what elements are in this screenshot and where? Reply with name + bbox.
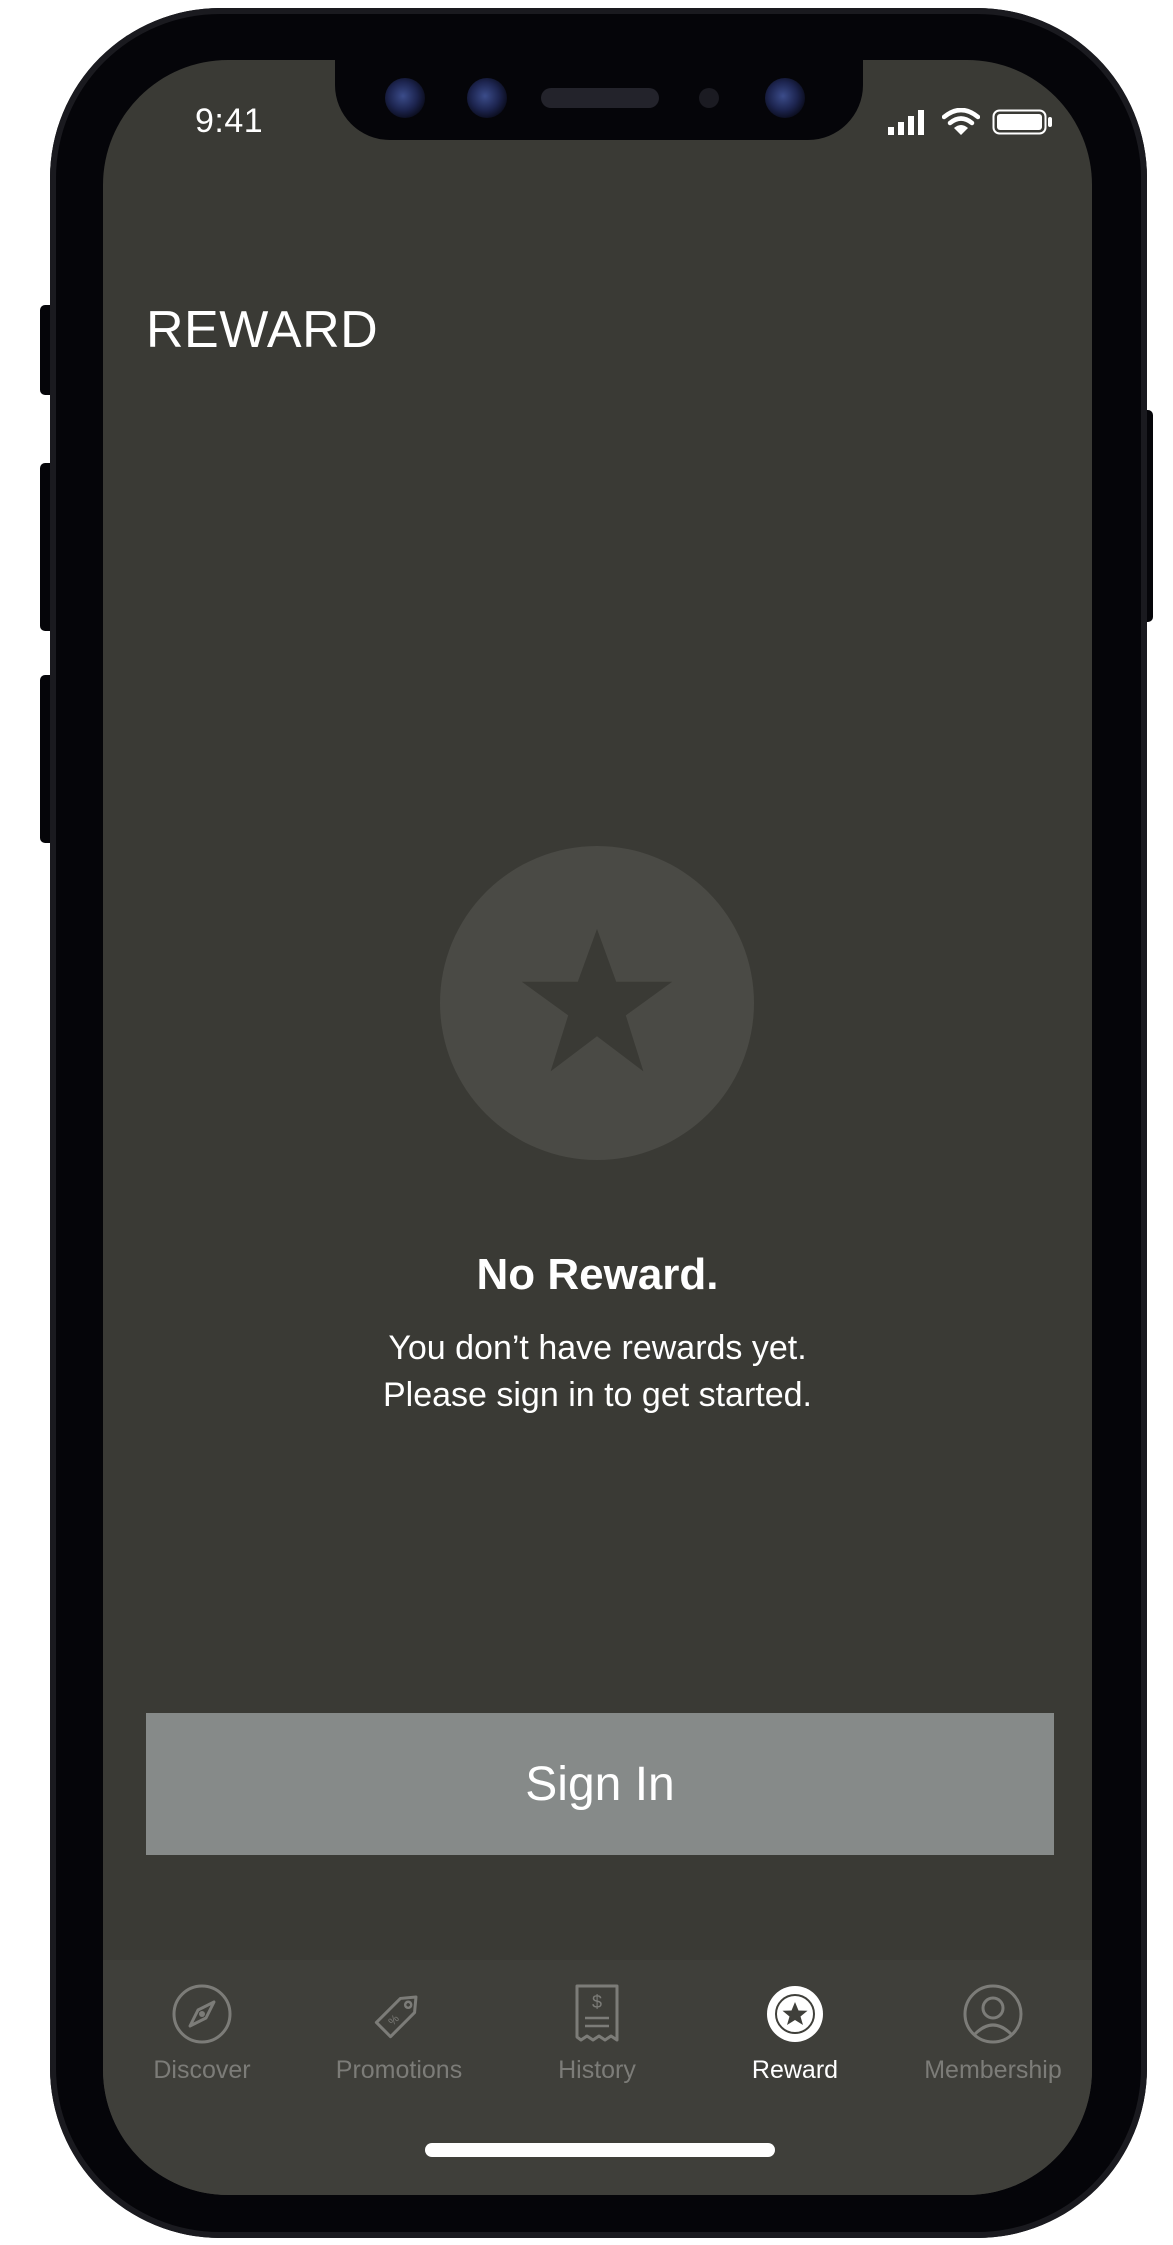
tab-discover[interactable]: Discover — [103, 1960, 301, 2130]
battery-icon — [992, 109, 1054, 140]
camera-lens-icon — [385, 78, 425, 118]
app-screen: 9:41 REWARD No Reward. You don’t have re… — [103, 60, 1092, 2195]
tab-label: History — [558, 2056, 636, 2084]
tab-membership[interactable]: Membership — [894, 1960, 1092, 2130]
status-time: 9:41 — [195, 102, 264, 140]
tag-icon: % — [367, 1982, 431, 2046]
empty-state-line-1: You don’t have rewards yet. — [388, 1329, 807, 1367]
sign-in-button[interactable]: Sign In — [146, 1713, 1054, 1855]
tab-history[interactable]: $ History — [498, 1960, 696, 2130]
earpiece-speaker — [541, 88, 659, 108]
bottom-tab-bar: Discover % Promotions $ History Reward M… — [103, 1960, 1092, 2195]
status-icons — [888, 107, 1054, 141]
star-badge-icon — [763, 1982, 827, 2046]
notch — [335, 60, 863, 140]
tab-reward[interactable]: Reward — [696, 1960, 894, 2130]
receipt-icon: $ — [565, 1982, 629, 2046]
empty-state-title: No Reward. — [476, 1250, 719, 1299]
user-icon — [961, 1982, 1025, 2046]
proximity-sensor — [699, 88, 719, 108]
front-camera-icon — [765, 78, 805, 118]
empty-state-description: You don’t have rewards yet. Please sign … — [103, 1325, 1092, 1419]
device-mockup: 9:41 REWARD No Reward. You don’t have re… — [0, 0, 1173, 2245]
wifi-icon — [941, 107, 981, 141]
empty-state-illustration — [440, 846, 754, 1160]
tab-label: Promotions — [335, 2056, 463, 2084]
svg-text:$: $ — [592, 1992, 602, 2012]
tab-label: Reward — [751, 2056, 839, 2084]
star-icon — [517, 921, 677, 1086]
tab-promotions[interactable]: % Promotions — [300, 1960, 498, 2130]
camera-lens-icon — [467, 78, 507, 118]
tab-label: Discover — [153, 2056, 251, 2084]
signal-icon — [888, 109, 930, 140]
tab-label: Membership — [924, 2056, 1062, 2084]
page-title: REWARD — [146, 301, 379, 359]
compass-icon — [170, 1982, 234, 2046]
empty-state-line-2: Please sign in to get started. — [382, 1376, 813, 1414]
home-indicator — [425, 2143, 775, 2157]
